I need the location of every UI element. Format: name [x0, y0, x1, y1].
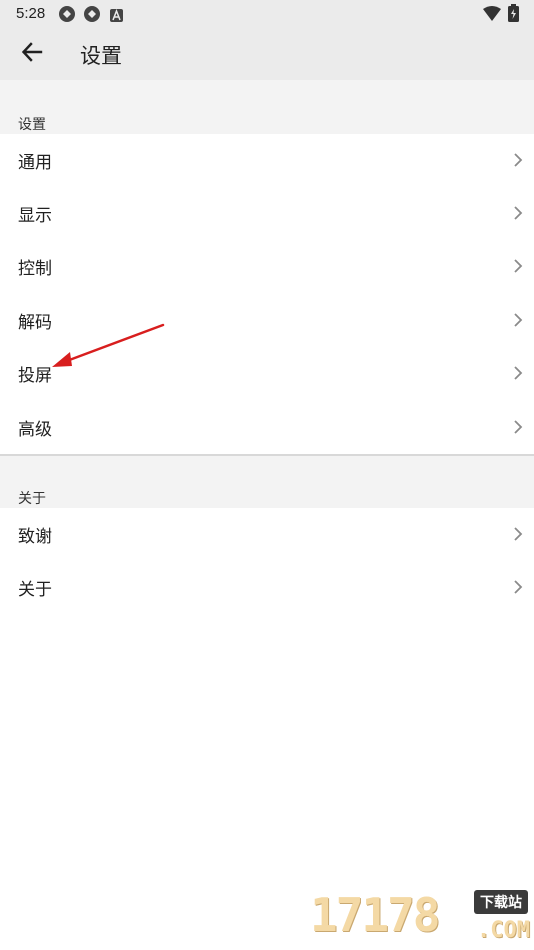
annotation-arrow: [52, 323, 165, 367]
arrow-left-icon: [21, 41, 43, 67]
list-item-label: 通用: [18, 153, 52, 173]
chevron-right-icon: [512, 152, 524, 168]
list-item-label: 解码: [18, 313, 52, 333]
list-item-display[interactable]: 显示: [0, 187, 534, 240]
chevron-right-icon: [512, 579, 524, 595]
chevron-right-icon: [512, 312, 524, 328]
chevron-right-icon: [512, 258, 524, 274]
sync-icon: [83, 5, 101, 27]
list-item-advanced[interactable]: 高级: [0, 401, 534, 454]
settings-list: 设置 通用 显示 控制 解码 投屏 高级 关于 致谢 关于: [0, 80, 534, 950]
a-notification-icon: [110, 7, 123, 26]
chevron-right-icon: [512, 526, 524, 542]
status-bar: 5:28: [0, 0, 534, 28]
watermark-number: 17178: [310, 888, 440, 942]
list-item-control[interactable]: 控制: [0, 240, 534, 293]
chevron-right-icon: [512, 205, 524, 221]
section-header-label: 关于: [18, 491, 46, 507]
list-item-label: 关于: [18, 580, 52, 600]
list-item-label: 投屏: [18, 366, 52, 386]
list-item-general[interactable]: 通用: [0, 134, 534, 187]
wifi-icon: [483, 6, 501, 25]
battery-charging-icon: [508, 4, 519, 26]
section-header-label: 设置: [18, 117, 46, 133]
section-header: 关于: [0, 456, 534, 508]
app-bar: 设置: [0, 28, 534, 80]
list-item-label: 高级: [18, 420, 52, 440]
watermark-logo: 17178 下载站 .COM: [310, 888, 532, 948]
list-item-label: 控制: [18, 259, 52, 279]
chevron-right-icon: [512, 365, 524, 381]
chevron-right-icon: [512, 419, 524, 435]
list-item-label: 致谢: [18, 527, 52, 547]
section-header: 设置: [0, 80, 534, 134]
sync-icon: [58, 5, 76, 27]
list-item-about[interactable]: 关于: [0, 561, 534, 614]
back-button[interactable]: [14, 36, 50, 72]
page-title: 设置: [80, 44, 122, 68]
status-time: 5:28: [16, 5, 46, 22]
watermark-badge: 下载站: [474, 890, 528, 914]
watermark-domain: .COM: [477, 918, 530, 943]
list-item-label: 显示: [18, 206, 52, 226]
list-item-acknowledgements[interactable]: 致谢: [0, 508, 534, 561]
